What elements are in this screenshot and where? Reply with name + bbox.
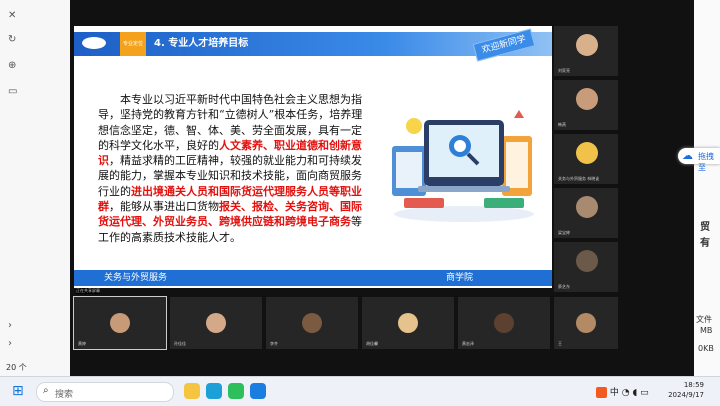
participant-tile[interactable]: 李齐 xyxy=(266,297,358,349)
wechat-icon[interactable] xyxy=(228,383,244,399)
slide-header: 专业定位 4. 专业人才培养目标 欢迎新同学 xyxy=(74,28,552,62)
participant-name: 孙佳佳 xyxy=(174,341,186,346)
participant-name: 韩燕 xyxy=(558,122,566,127)
slide-title: 4. 专业人才培养目标 xyxy=(154,38,249,49)
expand-icon[interactable]: › xyxy=(8,320,22,332)
windows-start-icon[interactable]: ⊞ xyxy=(12,384,26,398)
participant-name: 李齐 xyxy=(270,341,278,346)
edge-icon[interactable] xyxy=(206,383,222,399)
avatar xyxy=(576,142,598,164)
refresh-icon[interactable]: ↻ xyxy=(8,34,22,46)
taskbar: ⊞ ⌕ 搜索 中 ◔ ◖ ▭ 18:59 2024/9/17 xyxy=(0,376,720,406)
avatar xyxy=(576,88,598,110)
item-count: 20 个 xyxy=(6,363,27,372)
participant-name: 王 xyxy=(558,341,562,346)
welcome-banner: 欢迎新同学 xyxy=(472,28,536,62)
slide-footer: 关务与外贸服务 商学院 xyxy=(74,270,552,286)
battery-icon[interactable]: ▭ xyxy=(640,388,649,398)
participant-name: 胡佳馨 xyxy=(366,341,378,346)
participant-name: 黄宏泽 xyxy=(462,341,474,346)
avatar xyxy=(576,313,596,333)
side-text: 有 xyxy=(700,238,710,249)
participant-tile[interactable]: 蔡艺东 xyxy=(554,242,618,292)
side-text: 贸 xyxy=(700,222,710,233)
system-tray[interactable]: 中 ◔ ◖ ▭ xyxy=(596,385,649,398)
participant-tile[interactable]: 黄婷 xyxy=(73,296,167,350)
participant-name: 黄婷 xyxy=(78,341,86,346)
side-pane: 贸 有 文件 MB 0KB xyxy=(692,0,720,376)
avatar xyxy=(576,250,598,272)
participant-tile[interactable]: 关务与外贸服务 林晓谈 xyxy=(554,134,618,184)
ime-mode[interactable]: 中 xyxy=(610,388,619,398)
file-explorer-icon[interactable] xyxy=(184,383,200,399)
wifi-icon[interactable]: ◔ xyxy=(622,388,630,398)
body-segment: ，能够从事进出口货物 xyxy=(109,200,219,214)
avatar xyxy=(302,313,322,333)
participant-name: 关务与外贸服务 林晓谈 xyxy=(558,176,600,181)
avatar xyxy=(206,313,226,333)
back-icon[interactable]: ✕ xyxy=(8,10,22,22)
share-status-tag: 正在共享屏幕 xyxy=(76,288,100,294)
taskbar-search[interactable]: ⌕ 搜索 xyxy=(36,382,174,402)
participant-tile[interactable]: 胡佳馨 xyxy=(362,297,454,349)
folder-icon[interactable]: ▭ xyxy=(8,86,22,98)
avatar xyxy=(398,313,418,333)
footer-college: 商学院 xyxy=(446,273,474,283)
participant-name: 梁宝婷 xyxy=(558,230,570,235)
search-placeholder: 搜索 xyxy=(55,390,74,400)
side-text: MB xyxy=(700,326,713,335)
sogou-ime-icon[interactable] xyxy=(596,387,607,398)
participant-name: 刘家亮 xyxy=(558,68,570,73)
add-icon[interactable]: ⊕ xyxy=(8,60,22,72)
clock-time: 18:59 xyxy=(683,381,704,389)
side-text: 0KB xyxy=(698,344,714,353)
cloud-icon: ☁ xyxy=(682,149,693,162)
shared-slide: 专业定位 4. 专业人才培养目标 欢迎新同学 本专业以习近平新时代中国特色社会主… xyxy=(74,26,552,288)
participant-tile[interactable]: 梁宝婷 xyxy=(554,188,618,238)
avatar xyxy=(576,34,598,56)
ai-app-icon[interactable] xyxy=(250,383,266,399)
participant-tile[interactable]: 孙佳佳 xyxy=(170,297,262,349)
participant-name: 蔡艺东 xyxy=(558,284,570,289)
slide-body-text: 本专业以习近平新时代中国特色社会主义思想为指导，坚持党的教育方针和“立德树人”根… xyxy=(98,92,370,245)
expand-icon[interactable]: › xyxy=(8,338,22,350)
drag-float-button[interactable]: ☁ 拖拽至 xyxy=(678,148,720,172)
footer-major: 关务与外贸服务 xyxy=(104,273,168,283)
education-illustration xyxy=(392,110,534,222)
side-text: 文件 xyxy=(696,315,712,324)
participant-tile[interactable]: 黄宏泽 xyxy=(458,297,550,349)
clock-date: 2024/9/17 xyxy=(668,391,704,399)
participant-tile[interactable]: 王 xyxy=(554,297,618,349)
clock[interactable]: 18:59 2024/9/17 xyxy=(664,380,704,400)
explorer-pane: ✕ ↻ ⊕ ▭ › › 20 个 xyxy=(0,0,73,376)
participant-tile[interactable]: 刘家亮 xyxy=(554,26,618,76)
slide-badge: 专业定位 xyxy=(120,32,146,56)
avatar xyxy=(110,313,130,333)
school-logo-icon xyxy=(82,37,106,49)
avatar xyxy=(494,313,514,333)
avatar xyxy=(576,196,598,218)
volume-icon[interactable]: ◖ xyxy=(633,388,638,398)
drag-float-label: 拖拽至 xyxy=(698,152,714,172)
participant-tile[interactable]: 韩燕 xyxy=(554,80,618,130)
search-icon: ⌕ xyxy=(43,385,49,396)
